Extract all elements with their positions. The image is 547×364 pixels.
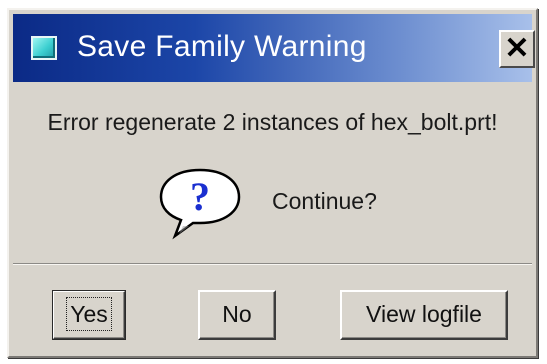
no-button-label: No <box>222 301 252 327</box>
no-button[interactable]: No <box>198 290 276 340</box>
title-bar[interactable]: Save Family Warning ✕ <box>13 14 535 82</box>
close-icon: ✕ <box>504 32 530 65</box>
view-logfile-button-label: View logfile <box>366 301 482 327</box>
question-bubble-icon: ? <box>159 168 241 240</box>
view-logfile-button[interactable]: View logfile <box>340 290 508 340</box>
save-family-warning-dialog: Save Family Warning ✕ Error regenerate 2… <box>7 8 538 358</box>
continue-prompt: Continue? <box>272 188 377 214</box>
yes-button-label: Yes <box>66 297 112 331</box>
svg-text:?: ? <box>190 174 210 219</box>
app-window-icon <box>31 36 57 60</box>
yes-button[interactable]: Yes <box>52 290 126 340</box>
close-button[interactable]: ✕ <box>499 30 535 68</box>
error-message: Error regenerate 2 instances of hex_bolt… <box>47 109 498 135</box>
separator <box>13 263 532 265</box>
window-title: Save Family Warning <box>77 30 367 63</box>
